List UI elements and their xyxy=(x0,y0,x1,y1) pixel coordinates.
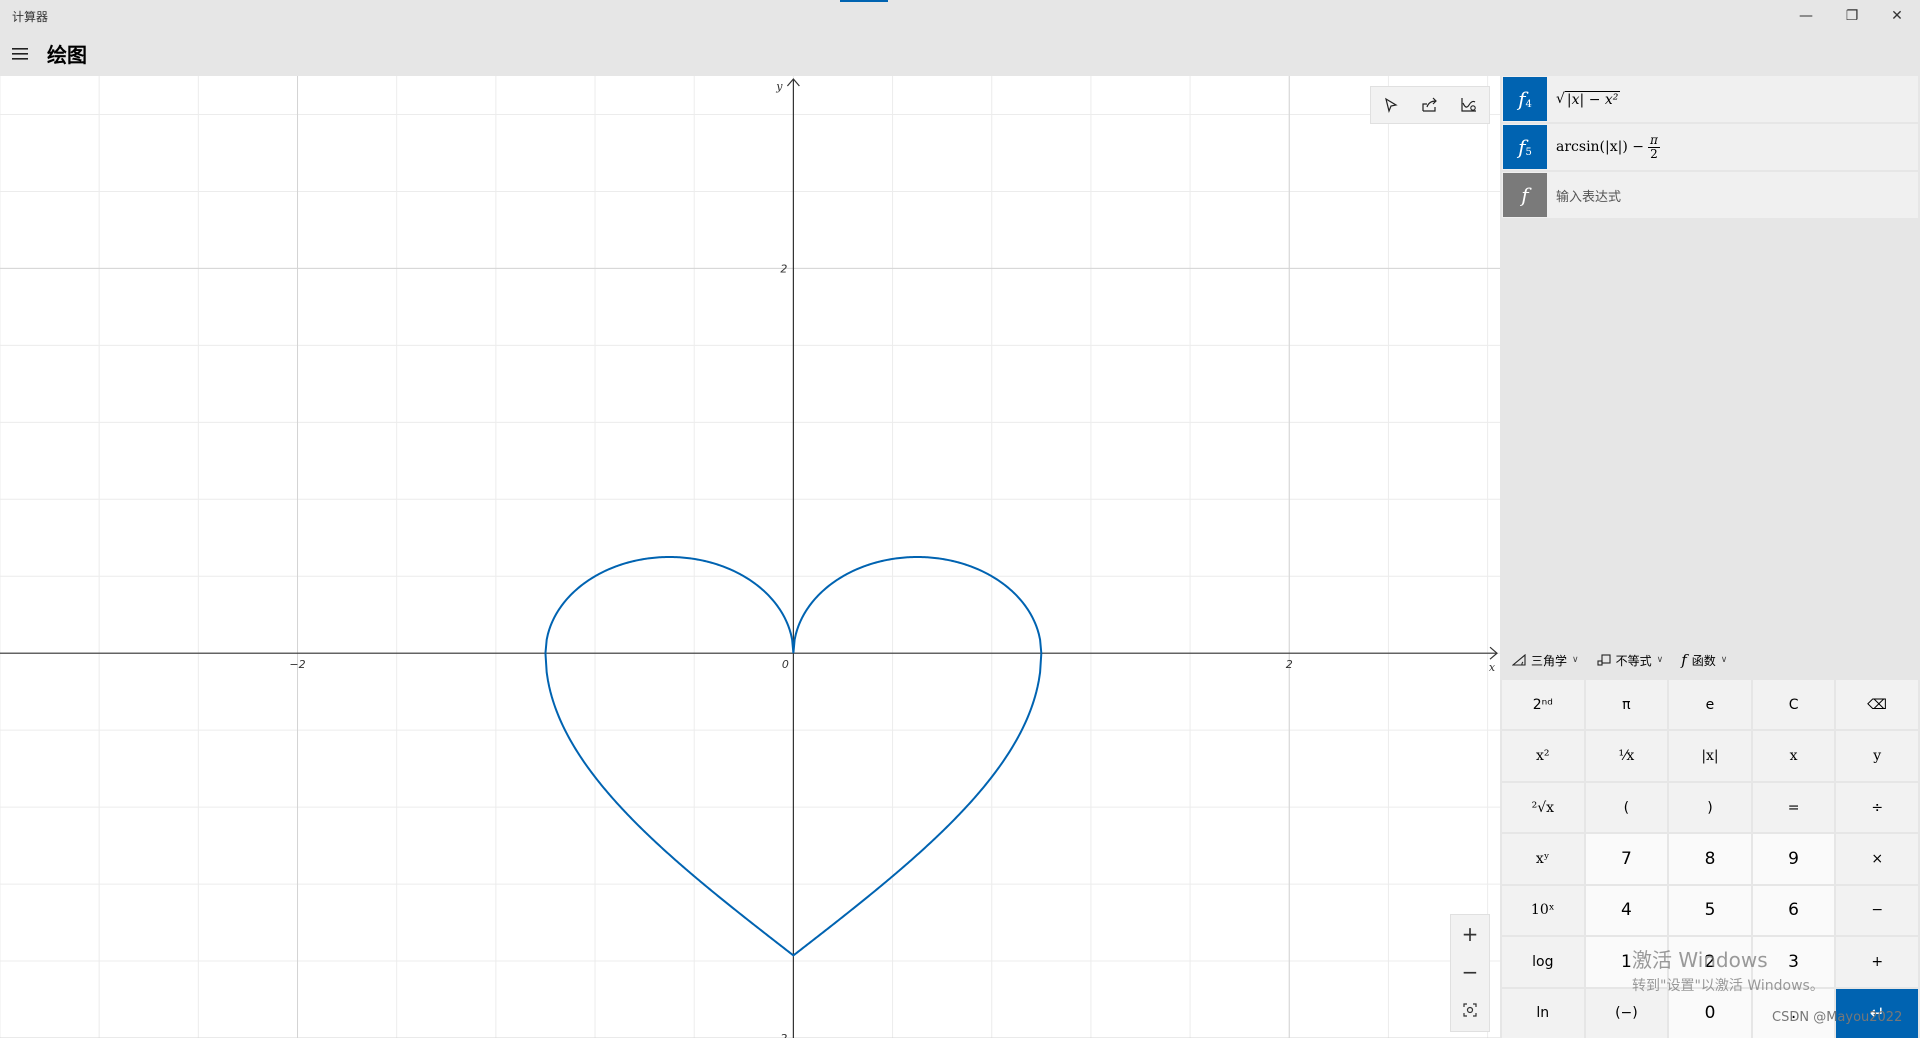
e-button[interactable]: e xyxy=(1669,680,1751,730)
app-header: 绘图 xyxy=(0,32,1920,76)
clear-button[interactable]: C xyxy=(1752,680,1835,730)
zoom-in-button[interactable]: + xyxy=(1451,915,1489,953)
share-icon[interactable] xyxy=(1410,87,1449,123)
trig-label: 三角学 xyxy=(1531,653,1568,668)
minimize-button[interactable]: — xyxy=(1783,0,1829,32)
second-button[interactable]: 2ⁿᵈ xyxy=(1502,680,1584,730)
function-badge-f5[interactable]: f5 xyxy=(1503,125,1547,169)
reciprocal-button[interactable]: ¹⁄x xyxy=(1585,731,1668,781)
graph-options-icon[interactable] xyxy=(1449,87,1488,123)
fraction: π 2 xyxy=(1648,132,1660,161)
mode-title: 绘图 xyxy=(47,43,87,67)
digit-7[interactable]: 7 xyxy=(1585,834,1668,884)
hamburger-icon[interactable] xyxy=(8,42,32,66)
function-row-f4[interactable]: f4 √ |x| − x² xyxy=(1502,76,1918,122)
close-button[interactable]: ✕ xyxy=(1874,0,1920,32)
chevron-down-icon: ∨ xyxy=(1720,655,1728,665)
select-cursor-icon[interactable] xyxy=(1371,87,1410,123)
y-tick-label: 2 xyxy=(780,262,787,275)
activation-watermark: 激活 Windows 转到"设置"以激活 Windows。 xyxy=(1632,944,1824,995)
inequality-icon xyxy=(1597,654,1611,666)
ten-power-button[interactable]: 10ˣ xyxy=(1502,885,1584,936)
function-label: f xyxy=(1518,135,1526,159)
function-label: 函数 xyxy=(1691,653,1716,668)
graph-plot[interactable]: x y −2 0 2 2 −2 xyxy=(0,76,1500,1038)
x-tick-label: −2 xyxy=(289,658,305,671)
source-credit: CSDN @Mayou2022 xyxy=(1772,1010,1903,1025)
inequality-label: 不等式 xyxy=(1615,653,1652,668)
y-tick-label: −2 xyxy=(771,1032,787,1038)
function-label: f xyxy=(1518,87,1526,111)
function-row-f5[interactable]: f5 arcsin(|x|) − π 2 xyxy=(1502,124,1918,170)
function-subscript: 5 xyxy=(1525,146,1532,158)
app-title: 计算器 xyxy=(12,10,49,24)
digit-4[interactable]: 4 xyxy=(1585,885,1668,936)
sqrt-expression: √ |x| − x² xyxy=(1556,90,1621,108)
square-button[interactable]: x² xyxy=(1502,731,1584,781)
zoom-panel: + − xyxy=(1450,914,1490,1032)
expression-main: arcsin(|x|) − xyxy=(1556,139,1644,155)
function-expression-f5[interactable]: arcsin(|x|) − π 2 xyxy=(1556,124,1660,170)
fraction-numerator: π xyxy=(1648,132,1660,148)
keypad-toolbar: 三角学 ∨ 不等式 ∨ f 函数 ∨ xyxy=(1502,640,1918,680)
sqrt-sign: √ xyxy=(1556,90,1565,107)
x-tick-label: 2 xyxy=(1286,658,1293,671)
x-axis-label: x xyxy=(1489,661,1496,674)
digit-5[interactable]: 5 xyxy=(1669,885,1751,936)
x-tick-label: 0 xyxy=(782,658,789,671)
abs-button[interactable]: |x| xyxy=(1669,731,1751,781)
trig-dropdown[interactable]: 三角学 ∨ xyxy=(1512,652,1579,669)
digit-9[interactable]: 9 xyxy=(1752,834,1835,884)
title-bar: 计算器 — ❐ ✕ xyxy=(0,0,1920,32)
plus-button[interactable]: + xyxy=(1836,937,1918,987)
inequality-dropdown[interactable]: 不等式 ∨ xyxy=(1597,652,1664,669)
title-accent-bar xyxy=(840,0,888,2)
pi-button[interactable]: π xyxy=(1585,680,1668,730)
watermark-line-1: 激活 Windows xyxy=(1632,948,1768,972)
minus-button[interactable]: − xyxy=(1836,885,1918,936)
function-icon: f xyxy=(1681,651,1687,669)
divide-button[interactable]: ÷ xyxy=(1836,782,1918,833)
digit-8[interactable]: 8 xyxy=(1669,834,1751,884)
ln-button[interactable]: ln xyxy=(1502,988,1584,1038)
zoom-fit-icon[interactable] xyxy=(1451,991,1489,1029)
power-button[interactable]: xʸ xyxy=(1502,834,1584,884)
log-button[interactable]: log xyxy=(1502,937,1584,987)
watermark-line-2: 转到"设置"以激活 Windows。 xyxy=(1632,978,1824,994)
root-button[interactable]: ²√x xyxy=(1502,782,1584,833)
backspace-button[interactable]: ⌫ xyxy=(1836,680,1918,730)
function-badge-f4[interactable]: f4 xyxy=(1503,77,1547,121)
graph-canvas[interactable]: x y −2 0 2 2 −2 + − xyxy=(0,76,1500,1038)
maximize-button[interactable]: ❐ xyxy=(1829,0,1875,32)
multiply-button[interactable]: × xyxy=(1836,834,1918,884)
fraction-denominator: 2 xyxy=(1650,146,1658,161)
expression-input[interactable]: 输入表达式 xyxy=(1556,172,1621,218)
graph-toolbar xyxy=(1370,86,1490,124)
open-paren-button[interactable]: ( xyxy=(1585,782,1668,833)
equals-button[interactable]: = xyxy=(1752,782,1835,833)
radicand: |x| − x² xyxy=(1564,90,1621,108)
function-panel: f4 √ |x| − x² f5 arcsin(|x|) − π 2 f 输入表达… xyxy=(1502,76,1920,1038)
x-variable-button[interactable]: x xyxy=(1752,731,1835,781)
function-row-new[interactable]: f 输入表达式 xyxy=(1502,172,1918,218)
digit-0[interactable]: 0 xyxy=(1669,988,1751,1038)
function-subscript: 4 xyxy=(1525,98,1532,110)
digit-6[interactable]: 6 xyxy=(1752,885,1835,936)
chevron-down-icon: ∨ xyxy=(1572,655,1579,665)
y-axis-label: y xyxy=(775,80,783,93)
function-dropdown[interactable]: f 函数 ∨ xyxy=(1681,651,1727,669)
chevron-down-icon: ∨ xyxy=(1656,655,1664,665)
y-variable-button[interactable]: y xyxy=(1836,731,1918,781)
negate-button[interactable]: (−) xyxy=(1585,988,1668,1038)
function-label: f xyxy=(1521,183,1529,207)
zoom-out-button[interactable]: − xyxy=(1451,953,1489,991)
function-badge-new[interactable]: f xyxy=(1503,173,1547,217)
close-paren-button[interactable]: ) xyxy=(1669,782,1751,833)
trig-icon xyxy=(1512,654,1526,666)
function-expression-f4[interactable]: √ |x| − x² xyxy=(1556,76,1621,122)
